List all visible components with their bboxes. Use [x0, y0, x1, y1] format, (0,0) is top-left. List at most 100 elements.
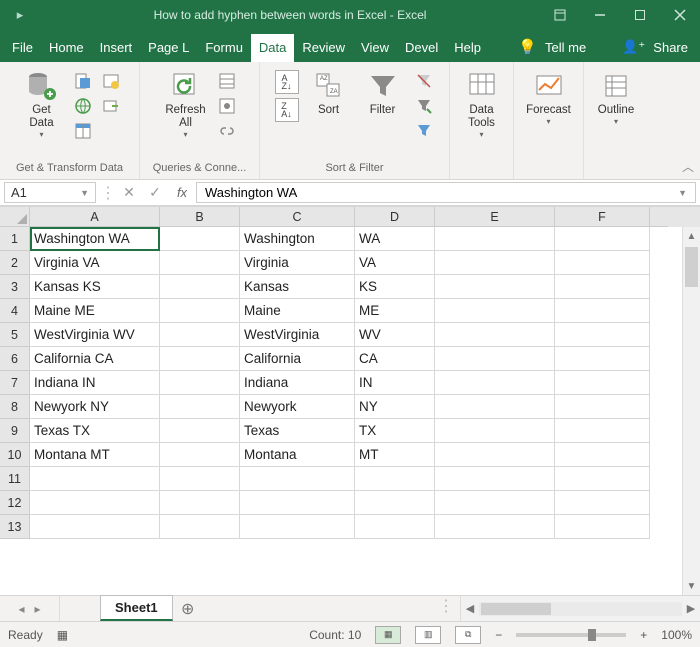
expand-formula-bar-icon[interactable]: ▼	[678, 188, 687, 198]
sort-desc-button[interactable]: ZA↓	[275, 98, 299, 122]
cell-D5[interactable]: WV	[355, 323, 435, 347]
col-header-B[interactable]: B	[160, 207, 240, 227]
col-header-C[interactable]: C	[240, 207, 355, 227]
tab-developer[interactable]: Devel	[397, 34, 446, 62]
lightbulb-icon[interactable]: 💡	[518, 38, 537, 56]
cancel-formula-icon[interactable]: ✕	[116, 180, 142, 205]
cell-F11[interactable]	[555, 467, 650, 491]
row-header-6[interactable]: 6	[0, 347, 30, 371]
cell-E10[interactable]	[435, 443, 555, 467]
scroll-thumb[interactable]	[685, 247, 698, 287]
tab-data[interactable]: Data	[251, 34, 294, 62]
cell-C4[interactable]: Maine	[240, 299, 355, 323]
cell-F10[interactable]	[555, 443, 650, 467]
minimize-icon[interactable]	[580, 0, 620, 30]
cell-D2[interactable]: VA	[355, 251, 435, 275]
cell-F2[interactable]	[555, 251, 650, 275]
fx-icon[interactable]: fx	[168, 180, 196, 205]
cell-E7[interactable]	[435, 371, 555, 395]
cell-C8[interactable]: Newyork	[240, 395, 355, 419]
cell-E8[interactable]	[435, 395, 555, 419]
close-icon[interactable]	[660, 0, 700, 30]
cell-D7[interactable]: IN	[355, 371, 435, 395]
add-sheet-button[interactable]: ⊕	[173, 596, 203, 621]
cell-A11[interactable]	[30, 467, 160, 491]
row-header-8[interactable]: 8	[0, 395, 30, 419]
cell-F6[interactable]	[555, 347, 650, 371]
cell-B8[interactable]	[160, 395, 240, 419]
cell-B5[interactable]	[160, 323, 240, 347]
zoom-in-button[interactable]: +	[640, 628, 647, 642]
cell-B6[interactable]	[160, 347, 240, 371]
row-header-3[interactable]: 3	[0, 275, 30, 299]
cell-F12[interactable]	[555, 491, 650, 515]
tab-home[interactable]: Home	[41, 34, 92, 62]
cell-D13[interactable]	[355, 515, 435, 539]
row-header-12[interactable]: 12	[0, 491, 30, 515]
share-icon[interactable]: 👤⁺	[622, 39, 645, 55]
cell-C2[interactable]: Virginia	[240, 251, 355, 275]
cell-D11[interactable]	[355, 467, 435, 491]
hscroll-thumb[interactable]	[481, 603, 551, 615]
cell-C11[interactable]	[240, 467, 355, 491]
row-header-11[interactable]: 11	[0, 467, 30, 491]
data-tools-button[interactable]: Data Tools ▾	[458, 66, 506, 141]
cell-C3[interactable]: Kansas	[240, 275, 355, 299]
maximize-icon[interactable]	[620, 0, 660, 30]
cell-B7[interactable]	[160, 371, 240, 395]
get-data-button[interactable]: Get Data ▾	[18, 66, 66, 141]
horizontal-scrollbar[interactable]: ◀ ▶	[460, 596, 700, 621]
cell-C5[interactable]: WestVirginia	[240, 323, 355, 347]
row-header-5[interactable]: 5	[0, 323, 30, 347]
recent-sources-icon[interactable]	[100, 70, 122, 92]
row-header-7[interactable]: 7	[0, 371, 30, 395]
cell-F9[interactable]	[555, 419, 650, 443]
cell-C6[interactable]: California	[240, 347, 355, 371]
quick-access-expand-icon[interactable]: ▸	[0, 7, 40, 23]
from-web-icon[interactable]	[72, 95, 94, 117]
cell-E4[interactable]	[435, 299, 555, 323]
zoom-out-button[interactable]: −	[495, 628, 502, 642]
row-header-13[interactable]: 13	[0, 515, 30, 539]
cell-D6[interactable]: CA	[355, 347, 435, 371]
cell-E13[interactable]	[435, 515, 555, 539]
sheet-tab-sheet1[interactable]: Sheet1	[100, 595, 173, 621]
cell-A6[interactable]: California CA	[30, 347, 160, 371]
tab-insert[interactable]: Insert	[92, 34, 141, 62]
cell-A10[interactable]: Montana MT	[30, 443, 160, 467]
cell-A9[interactable]: Texas TX	[30, 419, 160, 443]
tell-me-link[interactable]: Tell me	[545, 40, 586, 55]
cell-F4[interactable]	[555, 299, 650, 323]
collapse-ribbon-icon[interactable]: ︿	[682, 158, 694, 175]
tab-formulas[interactable]: Formu	[197, 34, 251, 62]
view-normal-icon[interactable]: ▦	[375, 626, 401, 644]
zoom-level[interactable]: 100%	[661, 628, 692, 642]
sheet-nav[interactable]: ◂ ▸	[0, 596, 60, 621]
cell-F7[interactable]	[555, 371, 650, 395]
outline-button[interactable]: Outline ▾	[592, 66, 640, 128]
view-page-break-icon[interactable]: ⧉	[455, 626, 481, 644]
forecast-button[interactable]: Forecast ▾	[522, 66, 575, 128]
existing-connections-icon[interactable]	[100, 95, 122, 117]
cell-B2[interactable]	[160, 251, 240, 275]
col-header-A[interactable]: A	[30, 207, 160, 227]
from-text-csv-icon[interactable]	[72, 70, 94, 92]
cell-C13[interactable]	[240, 515, 355, 539]
cell-B4[interactable]	[160, 299, 240, 323]
cell-A4[interactable]: Maine ME	[30, 299, 160, 323]
cell-A7[interactable]: Indiana IN	[30, 371, 160, 395]
cell-A13[interactable]	[30, 515, 160, 539]
tab-page-layout[interactable]: Page L	[140, 34, 197, 62]
macro-record-icon[interactable]: ▦	[57, 628, 68, 642]
cell-D3[interactable]: KS	[355, 275, 435, 299]
cell-E2[interactable]	[435, 251, 555, 275]
sort-button[interactable]: AZZA Sort	[305, 66, 353, 119]
filter-button[interactable]: Filter	[359, 66, 407, 119]
row-header-9[interactable]: 9	[0, 419, 30, 443]
view-page-layout-icon[interactable]: ▥	[415, 626, 441, 644]
cell-B9[interactable]	[160, 419, 240, 443]
scroll-down-icon[interactable]: ▼	[683, 577, 700, 595]
vertical-scrollbar[interactable]: ▲ ▼	[682, 227, 700, 595]
row-header-4[interactable]: 4	[0, 299, 30, 323]
select-all-corner[interactable]	[0, 207, 30, 227]
